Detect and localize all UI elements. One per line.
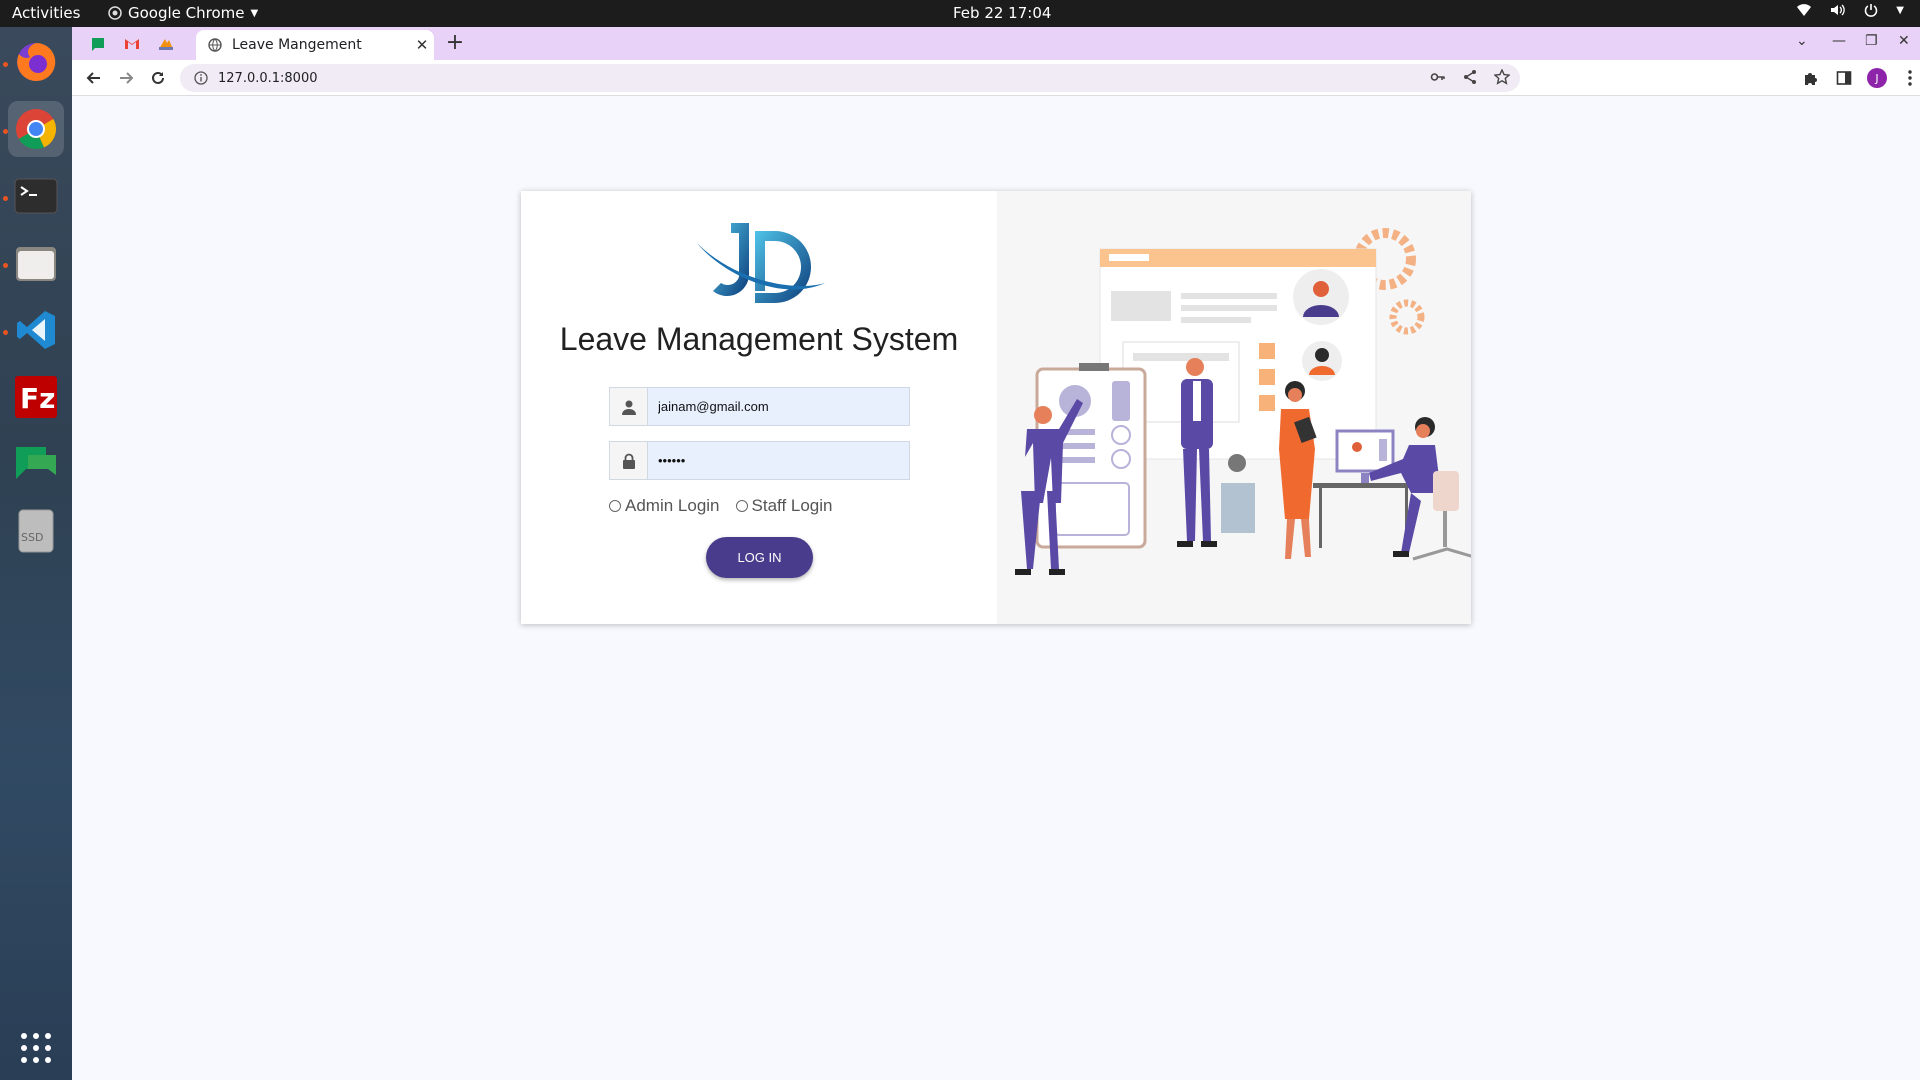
chat-icon xyxy=(16,447,56,479)
back-button[interactable] xyxy=(82,67,106,89)
tab-title: Leave Mangement xyxy=(232,37,362,53)
dock-firefox[interactable] xyxy=(8,34,64,90)
more-vert-icon xyxy=(1908,70,1912,86)
login-card: Leave Management System Admin Login Staf… xyxy=(521,191,1482,624)
show-apps-button[interactable] xyxy=(20,1032,52,1064)
reload-icon xyxy=(152,71,164,84)
running-indicator xyxy=(3,62,8,67)
staff-login-radio[interactable]: Staff Login xyxy=(735,496,833,516)
dock-chrome[interactable] xyxy=(8,101,64,157)
illustration-panel xyxy=(997,191,1482,624)
minimize-button[interactable]: — xyxy=(1832,33,1846,49)
wifi-icon xyxy=(1797,4,1812,16)
dock-chat[interactable] xyxy=(8,436,64,492)
share-icon[interactable] xyxy=(1462,69,1478,85)
svg-text:Fz: Fz xyxy=(20,382,55,415)
team-illustration xyxy=(1015,228,1482,575)
jd-logo xyxy=(697,223,825,303)
reload-button[interactable] xyxy=(146,67,170,89)
new-tab-button[interactable]: + xyxy=(442,31,468,57)
avatar: J xyxy=(1867,68,1887,88)
dock-vscode[interactable] xyxy=(8,302,64,358)
extensions-button[interactable] xyxy=(1799,66,1823,90)
close-tab-icon[interactable]: ✕ xyxy=(410,36,434,54)
firefox-icon xyxy=(17,42,56,81)
side-panel-button[interactable] xyxy=(1832,66,1856,90)
radio-circle[interactable] xyxy=(609,500,621,512)
dock-files[interactable] xyxy=(8,235,64,291)
login-type-group: Admin Login Staff Login xyxy=(609,496,833,516)
chat-icon xyxy=(92,38,104,51)
tab-search-icon[interactable]: ⌄ xyxy=(1796,33,1808,49)
address-bar[interactable]: 127.0.0.1:8000 xyxy=(180,64,1520,92)
url-text: 127.0.0.1:8000 xyxy=(218,70,318,86)
key-icon[interactable] xyxy=(1430,69,1446,85)
globe-icon xyxy=(208,38,222,52)
chrome-small-icon xyxy=(108,6,122,20)
gmail-icon xyxy=(125,39,139,49)
chevron-down-icon: ▼ xyxy=(250,7,259,19)
email-field[interactable] xyxy=(609,387,910,426)
bookmark-star-icon[interactable] xyxy=(1494,69,1510,85)
pinned-tab-gmail[interactable] xyxy=(116,32,148,56)
arrow-right-icon xyxy=(120,72,134,84)
admin-login-radio[interactable]: Admin Login xyxy=(609,496,720,516)
volume-icon xyxy=(1831,4,1846,16)
login-button[interactable]: LOG IN xyxy=(706,537,813,578)
tab-active[interactable]: Leave Mangement ✕ xyxy=(196,30,434,60)
arrow-left-icon xyxy=(86,72,100,84)
system-status-area[interactable]: ▼ xyxy=(1796,3,1904,17)
filezilla-icon: Fz xyxy=(15,376,57,418)
close-window-button[interactable]: ✕ xyxy=(1898,33,1910,49)
phpmyadmin-icon xyxy=(159,39,173,50)
dock-ssd[interactable]: SSD xyxy=(8,503,64,559)
clock[interactable]: Feb 22 17:04 xyxy=(953,4,1051,22)
user-icon xyxy=(610,388,648,425)
password-input[interactable] xyxy=(648,453,909,468)
lock-icon xyxy=(610,442,648,479)
pinned-tab-chat[interactable] xyxy=(82,32,114,56)
login-panel: Leave Management System Admin Login Staf… xyxy=(521,191,997,624)
side-panel-icon xyxy=(1836,71,1852,85)
files-icon xyxy=(16,247,56,281)
puzzle-icon xyxy=(1805,73,1817,85)
info-icon xyxy=(194,71,208,85)
running-indicator xyxy=(3,330,8,335)
chrome-menu-button[interactable] xyxy=(1898,66,1920,90)
profile-button[interactable]: J xyxy=(1865,66,1889,90)
email-input[interactable] xyxy=(648,399,909,414)
restore-button[interactable]: ❐ xyxy=(1865,33,1878,49)
gnome-top-bar: Activities Google Chrome ▼ Feb 22 17:04 … xyxy=(0,0,1920,27)
tab-strip: Leave Mangement ✕ + ⌄ — ❐ ✕ xyxy=(72,27,1920,60)
app-menu-label: Google Chrome xyxy=(128,4,245,22)
grid-icon xyxy=(21,1033,51,1063)
password-field[interactable] xyxy=(609,441,910,480)
dock-terminal[interactable] xyxy=(8,168,64,224)
dock: Fz SSD xyxy=(0,27,72,1080)
activities-button[interactable]: Activities xyxy=(12,4,80,22)
forward-button[interactable] xyxy=(114,67,138,89)
staff-login-label: Staff Login xyxy=(751,496,833,515)
vscode-icon xyxy=(17,311,55,349)
radio-circle[interactable] xyxy=(735,500,748,512)
dock-filezilla[interactable]: Fz xyxy=(8,369,64,425)
browser-toolbar: 127.0.0.1:8000 J xyxy=(72,60,1920,96)
running-indicator xyxy=(3,129,8,134)
pinned-tab-phpmyadmin[interactable] xyxy=(150,32,182,56)
power-icon xyxy=(1865,4,1878,17)
terminal-icon xyxy=(14,178,58,214)
chevron-down-icon: ▼ xyxy=(1896,4,1904,16)
running-indicator xyxy=(3,196,8,201)
chrome-icon xyxy=(16,109,57,150)
app-menu[interactable]: Google Chrome ▼ xyxy=(108,4,258,22)
ssd-label: SSD xyxy=(21,531,44,544)
page-title: Leave Management System xyxy=(559,321,959,357)
running-indicator xyxy=(3,263,8,268)
admin-login-label: Admin Login xyxy=(625,496,720,515)
